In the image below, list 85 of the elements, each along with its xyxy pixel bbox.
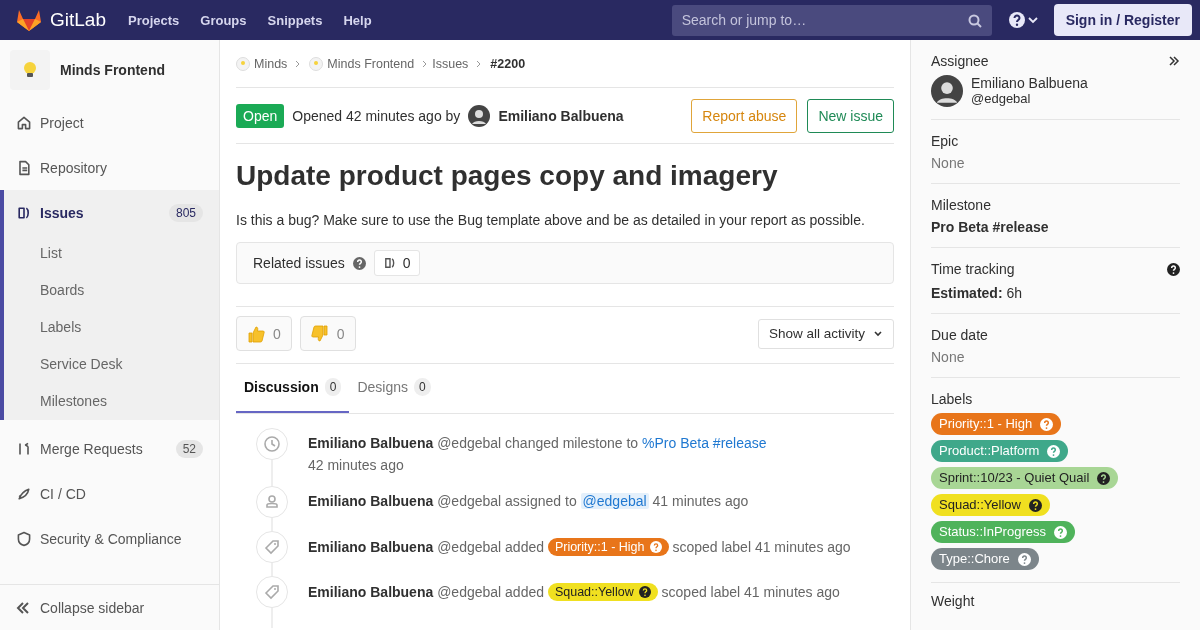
- sidebar-item[interactable]: Repository: [4, 145, 219, 190]
- sidebar-subitem[interactable]: Labels: [4, 309, 219, 346]
- milestone-value[interactable]: Pro Beta #release: [931, 219, 1180, 235]
- activity-filter-dropdown[interactable]: Show all activity: [757, 318, 894, 349]
- issue-title: Update product pages copy and imagery: [236, 160, 779, 192]
- estimate-text: Estimated: 6h: [931, 285, 1024, 301]
- nav-icon: [16, 204, 32, 221]
- project-name[interactable]: Minds Frontend: [60, 62, 165, 78]
- activity-entry: Emiliano Balbuena @edgebal changed milestone to %Pro Beta #release: [308, 435, 767, 451]
- related-count-badge[interactable]: 0: [373, 250, 420, 276]
- count-badge: 805: [168, 203, 203, 222]
- nav-icon: [16, 159, 32, 176]
- nav-icon: [16, 440, 32, 457]
- nav-link[interactable]: Groups: [200, 12, 247, 28]
- count-badge: 52: [175, 439, 203, 458]
- chevron-icon: [422, 59, 429, 68]
- breadcrumb-link[interactable]: Issues: [432, 56, 469, 71]
- issue-description: Is this a bug? Make sure to use the Bug template above and be as detailed in your report as possible.: [236, 212, 866, 228]
- project-avatar-icon: [236, 56, 250, 71]
- activity-entry: Emiliano Balbuena @edgebal added Squad::Yellow scoped label 41 minutes ago: [308, 583, 840, 601]
- nav-icon: [16, 530, 32, 547]
- section-heading: Assignee: [931, 53, 989, 69]
- thumbs-down-icon: [310, 324, 329, 343]
- nav-icon: [16, 485, 32, 502]
- collapse-sidebar-button[interactable]: Collapse sidebar: [0, 584, 219, 630]
- breadcrumb-link[interactable]: #2200: [490, 56, 526, 71]
- new-issue-button[interactable]: New issue: [807, 98, 894, 133]
- nav-link[interactable]: Projects: [128, 12, 180, 28]
- label-badge[interactable]: Type::Chore: [931, 548, 1039, 570]
- tab[interactable]: Designs 0: [349, 364, 439, 413]
- section-heading: Milestone: [931, 197, 992, 213]
- section-heading: Labels: [931, 391, 974, 407]
- nav-link[interactable]: Snippets: [267, 12, 323, 28]
- sign-in-button[interactable]: Sign in / Register: [1053, 4, 1192, 36]
- section-heading: Epic: [931, 133, 960, 149]
- mention-link[interactable]: @edgebal: [580, 493, 649, 509]
- sidebar-subitem[interactable]: List: [4, 235, 219, 272]
- activity-entry: Emiliano Balbuena @edgebal assigned to @edgebal 41 minutes ago: [308, 493, 749, 509]
- assignee-handle: @edgebal: [971, 91, 1032, 106]
- sidebar-subitem[interactable]: Milestones: [4, 383, 219, 420]
- search-field[interactable]: Search or jump to…: [671, 4, 992, 36]
- help-menu-icon[interactable]: [1007, 11, 1040, 29]
- avatar-icon: [931, 75, 963, 107]
- tab[interactable]: Discussion 0: [236, 364, 350, 413]
- sidebar-item[interactable]: Project: [4, 100, 219, 145]
- assignee-name[interactable]: Emiliano Balbuena: [971, 75, 1088, 91]
- related-issues-label: Related issues: [253, 255, 345, 271]
- double-chevron-icon: [16, 600, 30, 615]
- sidebar-item[interactable]: CI / CD: [4, 471, 219, 516]
- project-avatar-icon: [309, 56, 324, 71]
- section-heading: Due date: [931, 327, 989, 343]
- nav-icon: [16, 114, 32, 131]
- breadcrumb-link[interactable]: Minds Frontend: [327, 56, 415, 71]
- section-heading: Weight: [931, 593, 976, 609]
- due-date-value: None: [931, 349, 966, 365]
- brand-name[interactable]: GitLab: [50, 9, 106, 31]
- breadcrumb-link[interactable]: Minds: [254, 56, 288, 71]
- author-link[interactable]: Emiliano Balbuena: [498, 107, 624, 124]
- sidebar-item[interactable]: Issues 805: [4, 190, 219, 235]
- sidebar-subitem[interactable]: Service Desk: [4, 346, 219, 383]
- epic-value: None: [931, 155, 966, 171]
- reaction-button[interactable]: 0: [299, 316, 356, 351]
- timestamp: 42 minutes ago: [308, 457, 405, 473]
- sidebar-subitem[interactable]: Boards: [4, 272, 219, 309]
- avatar-icon: [468, 104, 491, 127]
- opened-text: Opened 42 minutes ago by: [292, 107, 461, 124]
- section-heading: Time tracking: [931, 261, 1015, 277]
- reaction-button[interactable]: 0: [236, 316, 292, 351]
- chevron-icon: [476, 59, 483, 68]
- nav-link[interactable]: Help: [343, 12, 372, 28]
- milestone-link[interactable]: %Pro Beta #release: [642, 435, 767, 451]
- label-badge[interactable]: Squad::Yellow: [547, 583, 658, 601]
- thumbs-up-icon: [247, 324, 265, 343]
- double-chevron-icon[interactable]: [1168, 55, 1180, 67]
- caret-icon: [873, 329, 883, 338]
- help-icon[interactable]: [1167, 262, 1180, 276]
- chevron-icon: [295, 59, 302, 68]
- fox-logo-icon[interactable]: [16, 8, 42, 32]
- label-badge[interactable]: Squad::Yellow: [931, 494, 1050, 516]
- search-icon: [967, 13, 982, 28]
- label-badge[interactable]: Sprint::10/23 - Quiet Quail: [931, 467, 1119, 489]
- sidebar-item[interactable]: Security & Compliance: [4, 516, 219, 561]
- activity-entry: Emiliano Balbuena @edgebal added Priority::1 - High scoped label 41 minutes ago: [308, 538, 851, 556]
- status-badge: Open: [236, 103, 285, 128]
- sidebar-item[interactable]: Merge Requests 52: [4, 426, 219, 471]
